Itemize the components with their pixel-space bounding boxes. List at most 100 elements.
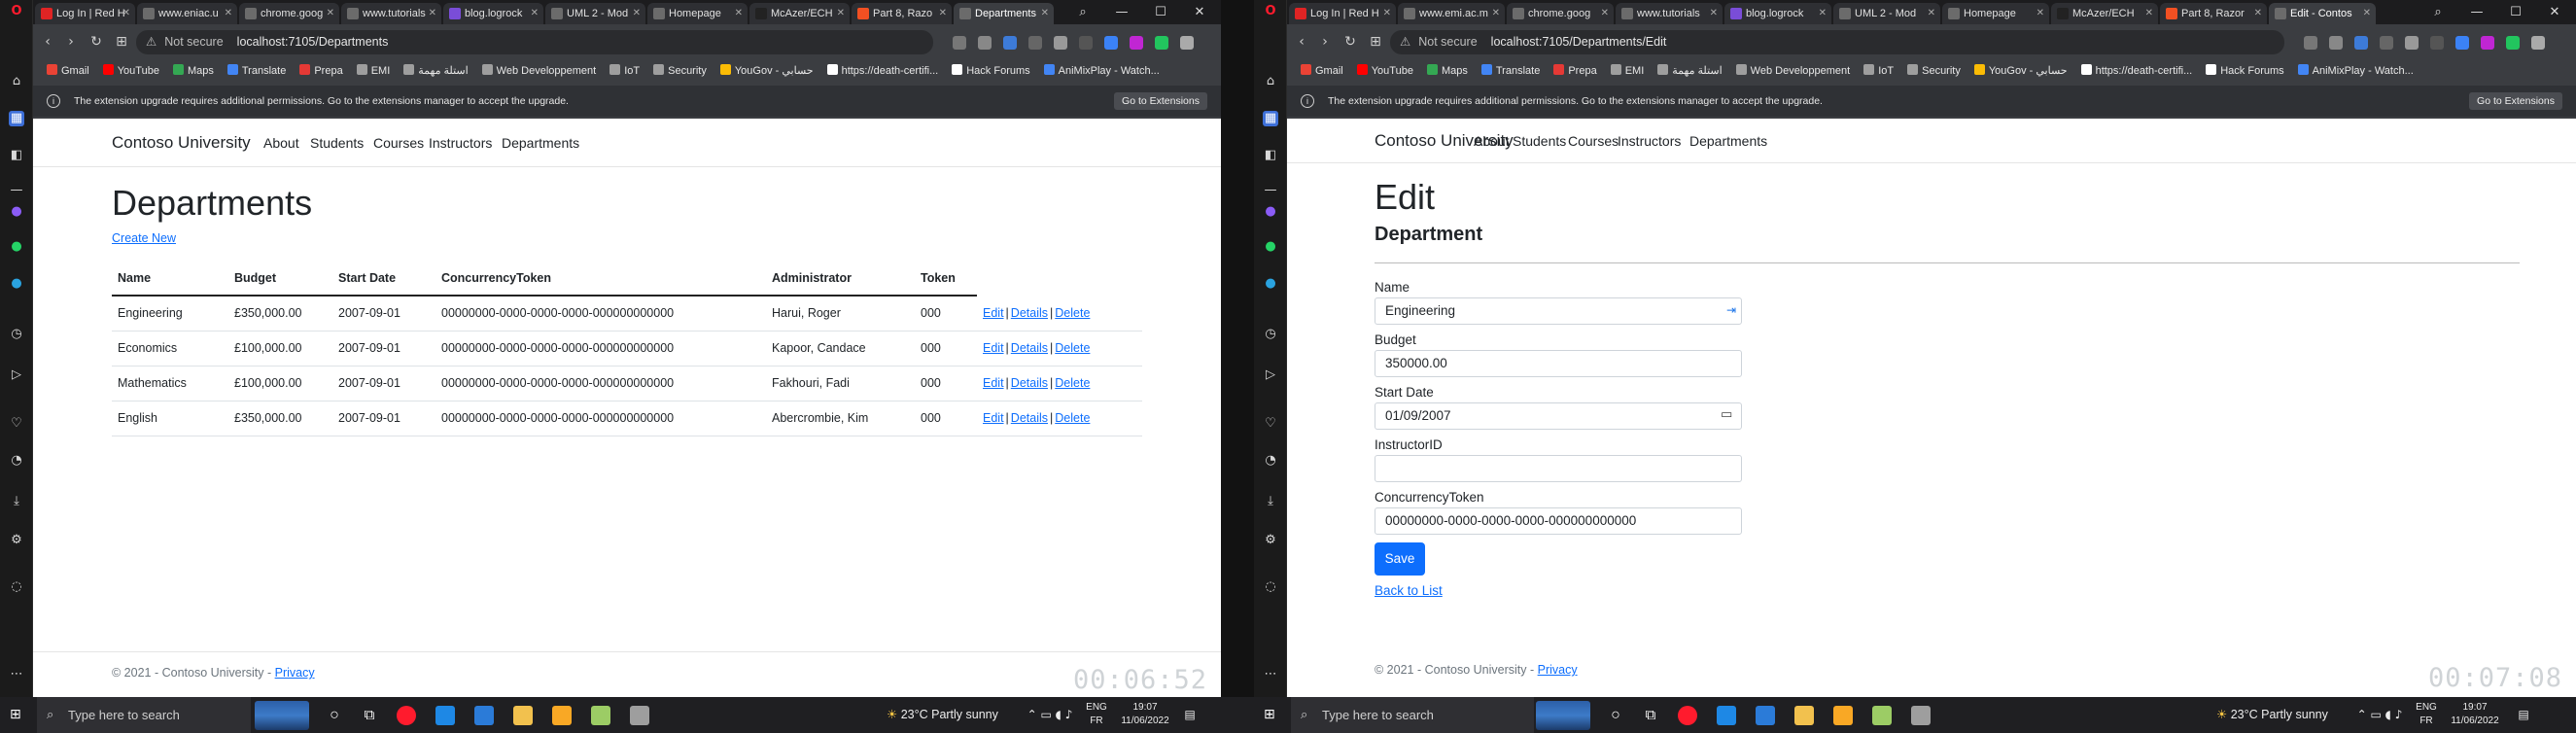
delete-link[interactable]: Delete (1055, 376, 1090, 390)
calendar-icon[interactable]: ▭ (1721, 407, 1732, 422)
bookmark-item[interactable]: AniMixPlay - Watch... (2297, 59, 2414, 83)
tab-close-icon[interactable]: ✕ (633, 3, 641, 24)
lightbulb-icon[interactable]: ◌ (1263, 579, 1278, 595)
heart-icon[interactable]: ♡ (1263, 416, 1278, 432)
extension-green-icon[interactable] (1155, 36, 1168, 50)
tab-1[interactable]: www.eniac.u ✕ (137, 3, 237, 24)
camera-icon[interactable] (2304, 36, 2317, 50)
system-tray-icons[interactable]: ⌃ ▭ ◖ ♪ (1021, 697, 1079, 733)
tab-close-icon[interactable]: ✕ (939, 3, 947, 24)
minimize-button[interactable]: — (2459, 0, 2494, 24)
nav-about[interactable]: About (1474, 133, 1510, 149)
weather-widget[interactable]: ☀ 23°C Partly sunny (2216, 697, 2328, 733)
taskbar-search[interactable]: ⌕ Type here to search (1291, 697, 1534, 733)
opera-taskbar-icon[interactable] (397, 706, 416, 725)
bookmark-item[interactable]: Gmail (47, 59, 89, 83)
nav-courses[interactable]: Courses (373, 135, 424, 151)
details-link[interactable]: Details (1011, 411, 1048, 425)
language-indicator[interactable]: ENG FR (2413, 701, 2440, 728)
heart-outline-icon[interactable] (1054, 36, 1067, 50)
bookmark-item[interactable]: Web Developpement (1735, 59, 1850, 83)
bookmark-item[interactable]: Hack Forums (952, 59, 1030, 83)
tab-close-icon[interactable]: ✕ (429, 3, 436, 24)
heart-outline-icon[interactable] (2405, 36, 2419, 50)
edit-link[interactable]: Edit (983, 411, 1004, 425)
puzzle-icon[interactable] (2531, 36, 2545, 50)
back-arrow-icon[interactable]: ‹ (39, 33, 56, 51)
extension-green-icon[interactable] (2506, 36, 2520, 50)
extension-blue-icon[interactable] (1104, 36, 1118, 50)
nav-students[interactable]: Students (1513, 133, 1566, 149)
tab-9[interactable]: Departments ✕ (954, 3, 1054, 24)
tab-5[interactable]: UML 2 - Mod ✕ (545, 3, 645, 24)
extension-pink-icon[interactable] (2481, 36, 2494, 50)
player-icon[interactable]: ▷ (1263, 367, 1278, 383)
app-taskbar-icon[interactable] (1872, 706, 1892, 725)
download-arrow-icon[interactable] (1079, 36, 1093, 50)
bag-icon[interactable]: ◧ (1263, 148, 1278, 163)
create-new-link[interactable]: Create New (112, 231, 176, 245)
telegram-icon[interactable]: ● (1263, 276, 1278, 292)
vpn-icon[interactable] (2354, 36, 2368, 50)
tab-close-icon[interactable]: ✕ (735, 3, 743, 24)
notifications-icon[interactable]: ▤ (2514, 697, 2533, 733)
start-date-input[interactable]: 01/09/2007 (1375, 402, 1742, 430)
vpn-icon[interactable] (1003, 36, 1017, 50)
budget-input[interactable]: 350000.00 (1375, 350, 1742, 377)
tab-8[interactable]: Part 8, Razo ✕ (852, 3, 952, 24)
history-icon[interactable]: ◷ (1263, 327, 1278, 342)
cortana-icon[interactable]: ○ (325, 706, 344, 725)
tab-1[interactable]: www.emi.ac.m ✕ (1398, 3, 1505, 24)
bookmark-item[interactable]: استلة مهمة (1657, 59, 1723, 83)
database-taskbar-icon[interactable] (630, 706, 649, 725)
lightbulb-icon[interactable]: ◌ (9, 579, 24, 595)
nav-students[interactable]: Students (310, 135, 364, 151)
delete-link[interactable]: Delete (1055, 306, 1090, 320)
clock-icon[interactable]: ◔ (1263, 453, 1278, 469)
whatsapp-icon[interactable]: ● (9, 239, 24, 255)
tab-close-icon[interactable]: ✕ (2036, 3, 2044, 24)
tab-4[interactable]: blog.logrock ✕ (1724, 3, 1831, 24)
vscode-taskbar-icon[interactable] (1756, 706, 1775, 725)
go-to-extensions-button[interactable]: Go to Extensions (2469, 92, 2562, 110)
instructor-id-input[interactable] (1375, 455, 1742, 482)
download-icon[interactable]: ⤓ (9, 494, 24, 509)
download-icon[interactable]: ⤓ (1263, 494, 1278, 509)
bookmark-item[interactable]: Maps (172, 59, 214, 83)
cortana-icon[interactable]: ○ (1606, 706, 1625, 725)
system-tray-icons[interactable]: ⌃ ▭ ◖ ♪ (2350, 697, 2409, 733)
tab-close-icon[interactable]: ✕ (1383, 3, 1391, 24)
privacy-link[interactable]: Privacy (1538, 663, 1578, 677)
messenger-icon[interactable]: ● (1263, 204, 1278, 220)
tab-7[interactable]: McAzer/ECH ✕ (2051, 3, 2158, 24)
more-dots-icon[interactable]: ⋯ (9, 667, 24, 682)
language-indicator[interactable]: ENG FR (1083, 701, 1110, 728)
history-icon[interactable]: ◷ (9, 327, 24, 342)
bookmark-item[interactable]: YouTube (102, 59, 159, 83)
bookmark-item[interactable]: Translate (226, 59, 286, 83)
grid-icon[interactable]: ⊞ (1367, 33, 1384, 51)
reload-icon[interactable]: ↻ (87, 33, 105, 51)
maximize-button[interactable]: ☐ (1143, 0, 1178, 24)
player-icon[interactable]: ▷ (9, 367, 24, 383)
clock-icon[interactable]: ◔ (9, 453, 24, 469)
tab-close-icon[interactable]: ✕ (1601, 3, 1609, 24)
bookmark-icon[interactable] (2329, 36, 2343, 50)
details-link[interactable]: Details (1011, 341, 1048, 355)
file-explorer-icon[interactable] (513, 706, 533, 725)
bookmark-item[interactable]: Prepa (299, 59, 343, 83)
autofill-key-icon[interactable]: ⇥ (1726, 303, 1736, 317)
opera-taskbar-icon[interactable] (1678, 706, 1697, 725)
tab-close-icon[interactable]: ✕ (1819, 3, 1827, 24)
name-input[interactable]: Engineering (1375, 297, 1742, 325)
bookmark-item[interactable]: Maps (1426, 59, 1468, 83)
extension-pink-icon[interactable] (1130, 36, 1143, 50)
puzzle-icon[interactable] (1180, 36, 1194, 50)
camera-icon[interactable] (953, 36, 966, 50)
tab-close-icon[interactable]: ✕ (225, 3, 232, 24)
search-highlight-image[interactable] (255, 701, 309, 730)
bookmark-item[interactable]: Translate (1480, 59, 1540, 83)
search-tabs-icon[interactable]: ⌕ (1065, 0, 1100, 24)
close-window-button[interactable]: ✕ (1182, 0, 1217, 24)
telegram-icon[interactable]: ● (9, 276, 24, 292)
